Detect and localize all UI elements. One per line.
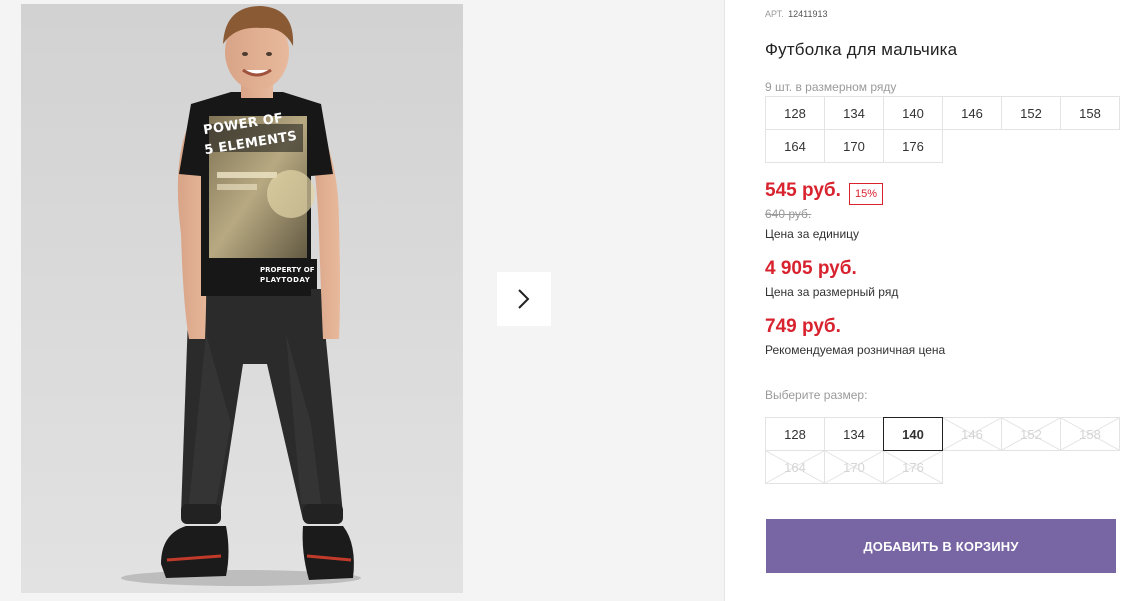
print-text-line3: PROPERTY OF <box>260 266 315 274</box>
gallery-divider <box>724 0 725 601</box>
pack-size-label: 9 шт. в размерном ряду <box>765 80 897 94</box>
product-photo-illustration <box>21 4 463 593</box>
pack-size-cell: 134 <box>824 96 884 130</box>
unit-price-label: Цена за единицу <box>765 227 860 241</box>
pack-price-label: Цена за размерный ряд <box>765 285 899 299</box>
size-option-label: 134 <box>843 426 865 442</box>
pack-size-cell: 128 <box>765 96 825 130</box>
size-option-128[interactable]: 128 <box>765 417 825 451</box>
size-option-152-unavailable: 152 <box>1001 417 1061 451</box>
pack-size-cell: 164 <box>765 129 825 163</box>
product-gallery: POWER OF 5 ELEMENTS PROPERTY OF PLAYTODA… <box>0 0 725 601</box>
size-option-140-selected[interactable]: 140 <box>883 417 943 451</box>
article-value: 12411913 <box>788 9 828 19</box>
size-option-label: 164 <box>784 459 806 475</box>
article-label: АРТ. <box>765 9 784 19</box>
chevron-right-icon <box>518 289 530 309</box>
size-option-134[interactable]: 134 <box>824 417 884 451</box>
product-photo[interactable]: POWER OF 5 ELEMENTS PROPERTY OF PLAYTODA… <box>21 4 463 593</box>
rrp-price: 749 руб. <box>765 316 841 337</box>
size-option-label: 140 <box>902 426 924 442</box>
choose-size-label: Выберите размер: <box>765 388 868 402</box>
product-title: Футболка для мальчика <box>765 40 958 59</box>
pack-size-cell: 176 <box>883 129 943 163</box>
print-brand-text: PLAYTODAY <box>260 276 311 284</box>
size-option-164-unavailable: 164 <box>765 450 825 484</box>
pack-size-cell: 170 <box>824 129 884 163</box>
article-number: АРТ. 12411913 <box>765 9 828 19</box>
size-option-label: 152 <box>1020 426 1042 442</box>
size-selector: 128 134 140 146 152 158 164 170 176 <box>765 417 1123 485</box>
size-option-label: 170 <box>843 459 865 475</box>
old-price: 640 руб. <box>765 207 812 221</box>
size-option-label: 158 <box>1079 426 1101 442</box>
discount-badge: 15% <box>849 183 883 205</box>
size-option-label: 146 <box>961 426 983 442</box>
size-option-170-unavailable: 170 <box>824 450 884 484</box>
size-option-label: 128 <box>784 426 806 442</box>
unit-price: 545 руб. <box>765 180 841 201</box>
pack-size-cell: 146 <box>942 96 1002 130</box>
pack-size-cell: 158 <box>1060 96 1120 130</box>
size-option-158-unavailable: 158 <box>1060 417 1120 451</box>
pack-size-cell: 152 <box>1001 96 1061 130</box>
rrp-price-label: Рекомендуемая розничная цена <box>765 343 946 357</box>
pack-size-grid: 128 134 140 146 152 158 164 170 176 <box>765 96 1123 164</box>
pack-price: 4 905 руб. <box>765 258 857 279</box>
pack-size-cell: 140 <box>883 96 943 130</box>
size-option-176-unavailable: 176 <box>883 450 943 484</box>
gallery-next-button[interactable] <box>497 272 551 326</box>
size-option-label: 176 <box>902 459 924 475</box>
size-option-146-unavailable: 146 <box>942 417 1002 451</box>
add-to-cart-button[interactable]: ДОБАВИТЬ В КОРЗИНУ <box>766 519 1116 573</box>
